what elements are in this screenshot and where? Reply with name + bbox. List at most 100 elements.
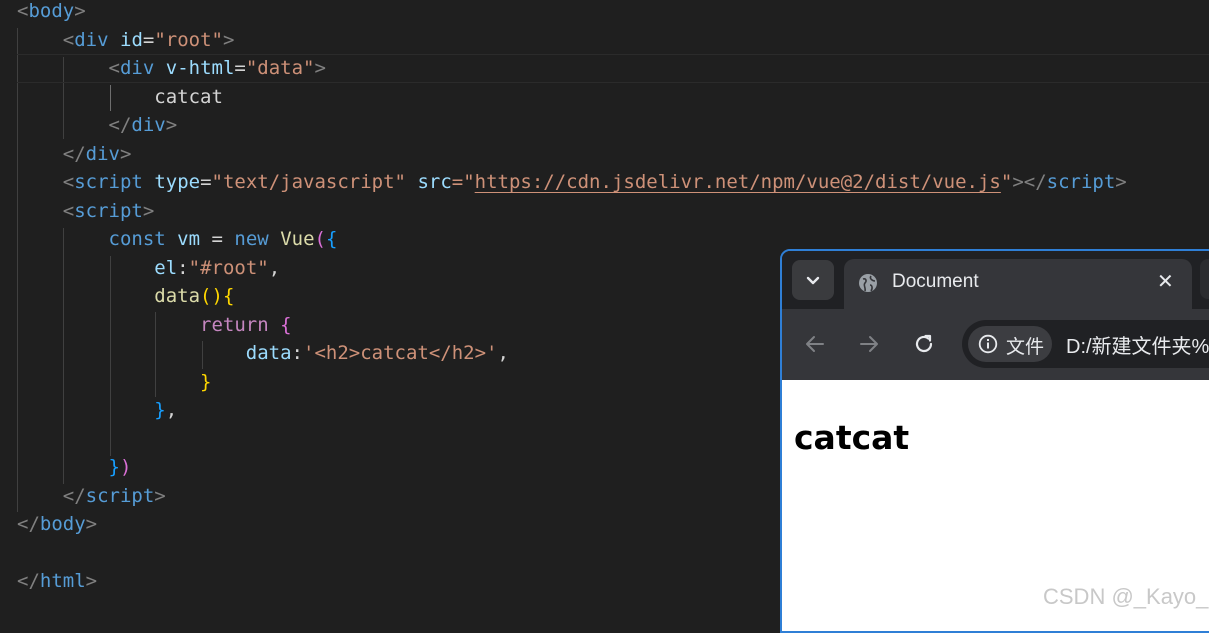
token: > <box>165 114 178 136</box>
token: data <box>154 285 201 307</box>
code-line-21: </html> <box>17 567 97 596</box>
token: < <box>62 29 75 51</box>
token: = <box>200 171 212 193</box>
token: body <box>39 513 86 535</box>
token: "#root" <box>188 257 269 279</box>
token: > <box>85 513 98 535</box>
forward-button[interactable] <box>856 331 882 357</box>
token: , <box>165 399 178 421</box>
token: > <box>85 570 98 592</box>
code-line-9: const vm = new Vue({ <box>17 225 338 254</box>
code-line-10: el:"#root", <box>17 254 280 283</box>
token: : <box>291 342 303 364</box>
token: > <box>142 200 155 222</box>
address-bar[interactable]: 文件 D:/新建文件夹% <box>962 320 1209 368</box>
tab-document[interactable]: Document ✕ <box>844 259 1192 309</box>
token: </ <box>62 485 86 507</box>
code-line-18: </script> <box>17 482 166 511</box>
token: "root" <box>154 29 223 51</box>
token: = <box>142 29 155 51</box>
page-heading: catcat <box>794 418 910 457</box>
url-text[interactable]: D:/新建文件夹% <box>1066 330 1209 359</box>
code-line-2: <div id="root"> <box>17 26 235 55</box>
browser-toolbar: 文件 D:/新建文件夹% <box>782 309 1209 380</box>
code-line-7: <script type="text/javascript" src="http… <box>17 168 1127 197</box>
token: catcat <box>154 86 223 108</box>
forward-arrow-icon <box>860 336 878 352</box>
token: < <box>62 200 75 222</box>
token: </ <box>17 513 40 535</box>
token: "text/javascript" <box>211 171 406 193</box>
token: < <box>62 171 75 193</box>
token: { <box>222 285 235 307</box>
token: > <box>1115 171 1127 193</box>
code-line-1: <body> <box>17 0 86 26</box>
token: script <box>74 171 143 193</box>
site-info-chip[interactable]: 文件 <box>968 326 1052 362</box>
token: el <box>154 257 178 279</box>
token: script <box>1046 171 1116 193</box>
code-line-5: </div> <box>17 111 178 140</box>
code-line-19: </body> <box>17 510 97 539</box>
token: id <box>120 29 143 51</box>
token: > <box>154 485 166 507</box>
watermark: CSDN @_Kayo_ <box>1043 584 1209 609</box>
token: < <box>108 57 120 79</box>
tab-search-button[interactable] <box>792 260 834 300</box>
token: </ <box>17 570 40 592</box>
reload-icon <box>915 334 933 353</box>
reload-button[interactable] <box>911 331 937 357</box>
token: } <box>200 371 212 393</box>
token: src <box>417 171 452 193</box>
token: script <box>74 200 143 222</box>
token: : <box>177 257 189 279</box>
token: } <box>154 399 166 421</box>
token: data <box>245 342 292 364</box>
token: " <box>1000 171 1013 193</box>
token: </ <box>62 143 86 165</box>
token: return <box>200 314 269 336</box>
new-tab-button[interactable] <box>1200 259 1209 299</box>
globe-icon <box>859 274 877 292</box>
token: Vue <box>280 228 315 250</box>
token: new <box>234 228 269 250</box>
token: div <box>119 57 155 79</box>
token: body <box>28 0 75 22</box>
token: script <box>85 485 155 507</box>
token: div <box>131 114 166 136</box>
code-line-12: return { <box>17 311 292 340</box>
code-line-6: </div> <box>17 140 132 169</box>
token: html <box>39 570 86 592</box>
token: , <box>268 257 281 279</box>
code-line-17: }) <box>17 453 132 482</box>
code-line-14: } <box>17 368 211 397</box>
token: > <box>314 57 326 79</box>
close-icon[interactable]: ✕ <box>1157 269 1174 294</box>
token: { <box>280 314 292 336</box>
code-line-3: <div v-html="data"> <box>17 54 326 83</box>
back-button[interactable] <box>802 331 828 357</box>
token: type <box>154 171 201 193</box>
token: ( <box>314 228 326 250</box>
code-line-15: }, <box>17 396 177 425</box>
token: "data" <box>245 57 315 79</box>
info-icon <box>978 334 998 354</box>
token: , <box>497 342 509 364</box>
cdn-link[interactable]: https://cdn.jsdelivr.net/npm/vue@2/dist/… <box>475 171 1001 193</box>
token: =" <box>451 171 475 193</box>
browser-window: Document ✕ 文件 D:/新建文件夹% catcat <box>780 249 1209 633</box>
token: v-html <box>165 57 235 79</box>
token: { <box>325 228 338 250</box>
token: ) <box>119 456 132 478</box>
token: div <box>85 143 120 165</box>
token: ></ <box>1012 171 1047 193</box>
token: < <box>17 0 29 22</box>
token: = <box>234 57 246 79</box>
token: div <box>74 29 109 51</box>
tab-title: Document <box>892 271 979 292</box>
code-line-11: data(){ <box>17 282 234 311</box>
token: const <box>108 228 166 250</box>
code-line-4: catcat <box>17 83 223 112</box>
token: vm <box>177 228 201 250</box>
chevron-down-icon <box>806 276 820 285</box>
